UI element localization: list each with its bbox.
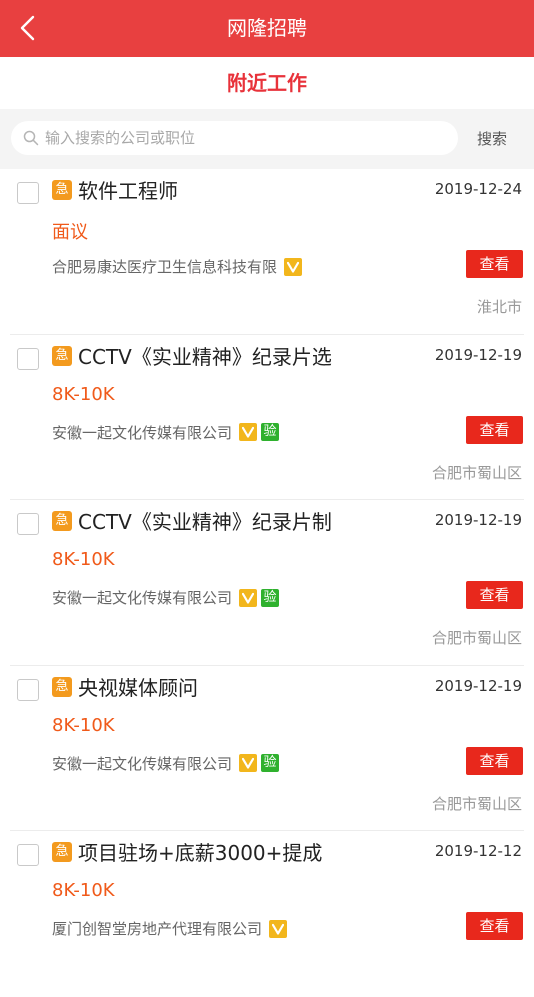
search-input[interactable] [45, 129, 445, 147]
v-badge-icon [269, 919, 288, 938]
job-list-item[interactable]: 急 央视媒体顾问 2019-12-19 8K-10K 安徽一起文化传媒有限公司 … [0, 666, 534, 831]
section-title: 附近工作 [0, 57, 534, 109]
company-row: 安徽一起文化传媒有限公司 验 [52, 587, 280, 608]
company-name: 厦门创智堂房地产代理有限公司 [52, 920, 263, 938]
job-select-checkbox[interactable] [17, 513, 39, 535]
job-title[interactable]: 央视媒体顾问 [78, 672, 198, 701]
job-title[interactable]: 软件工程师 [78, 175, 178, 204]
v-badge-icon [239, 588, 258, 607]
job-location: 合肥市蜀山区 [431, 629, 522, 647]
job-title[interactable]: CCTV《实业精神》纪录片选 [78, 341, 332, 370]
job-salary: 8K-10K [52, 714, 115, 736]
job-title[interactable]: CCTV《实业精神》纪录片制 [78, 506, 332, 535]
job-list-item[interactable]: 急 CCTV《实业精神》纪录片制 2019-12-19 8K-10K 安徽一起文… [0, 500, 534, 666]
urgent-icon: 急 [52, 676, 72, 697]
job-date: 2019-12-12 [434, 842, 522, 860]
job-select-checkbox[interactable] [17, 182, 39, 204]
job-location: 淮北市 [476, 298, 522, 316]
job-list-item[interactable]: 急 项目驻场+底薪3000+提成 2019-12-12 8K-10K 厦门创智堂… [0, 831, 534, 997]
view-button[interactable]: 查看 [466, 912, 523, 940]
urgent-icon: 急 [52, 511, 72, 531]
job-select-checkbox[interactable] [17, 347, 39, 370]
urgent-icon: 急 [52, 345, 72, 366]
page-title: 网隆招聘 [227, 16, 307, 40]
job-list-item[interactable]: 急 软件工程师 2019-12-24 面议 合肥易康达医疗卫生信息科技有限 查看… [0, 169, 534, 335]
job-salary: 8K-10K [52, 880, 115, 901]
job-salary: 面议 [52, 222, 88, 243]
search-bar: 搜索 [0, 109, 534, 169]
job-location: 合肥市蜀山区 [431, 794, 522, 813]
view-button[interactable]: 查看 [466, 746, 523, 775]
view-button[interactable]: 查看 [466, 415, 523, 444]
job-salary: 8K-10K [52, 549, 115, 570]
verify-badge-icon: 验 [261, 423, 280, 441]
job-date: 2019-12-24 [434, 180, 522, 198]
company-row: 厦门创智堂房地产代理有限公司 [52, 918, 288, 939]
company-row: 安徽一起文化传媒有限公司 验 [52, 753, 280, 774]
v-badge-icon [239, 423, 258, 441]
company-name: 安徽一起文化传媒有限公司 [52, 589, 233, 607]
v-badge-icon [239, 754, 258, 772]
view-button[interactable]: 查看 [466, 581, 523, 609]
search-box[interactable] [11, 121, 458, 155]
job-date: 2019-12-19 [434, 511, 522, 529]
search-button[interactable]: 搜索 [462, 121, 522, 157]
verify-badge-icon: 验 [261, 588, 280, 607]
urgent-icon: 急 [52, 180, 72, 200]
job-title[interactable]: 项目驻场+底薪3000+提成 [78, 837, 322, 866]
job-list: 急 软件工程师 2019-12-24 面议 合肥易康达医疗卫生信息科技有限 查看… [0, 169, 534, 997]
urgent-icon: 急 [52, 842, 72, 862]
job-salary: 8K-10K [52, 383, 115, 405]
job-location: 合肥市蜀山区 [431, 463, 522, 482]
job-list-item[interactable]: 急 CCTV《实业精神》纪录片选 2019-12-19 8K-10K 安徽一起文… [0, 335, 534, 500]
company-row: 合肥易康达医疗卫生信息科技有限 [52, 256, 303, 277]
company-name: 安徽一起文化传媒有限公司 [52, 754, 233, 773]
job-date: 2019-12-19 [434, 676, 522, 695]
view-button[interactable]: 查看 [466, 250, 523, 278]
company-name: 合肥易康达医疗卫生信息科技有限 [52, 258, 278, 276]
job-select-checkbox[interactable] [17, 678, 39, 701]
company-row: 安徽一起文化传媒有限公司 验 [52, 422, 280, 443]
job-date: 2019-12-19 [434, 345, 522, 364]
verify-badge-icon: 验 [261, 754, 280, 772]
job-select-checkbox[interactable] [17, 844, 39, 866]
company-name: 安徽一起文化传媒有限公司 [52, 423, 233, 442]
v-badge-icon [284, 257, 303, 276]
nav-bar: 网隆招聘 [0, 0, 534, 57]
search-icon [23, 130, 39, 146]
